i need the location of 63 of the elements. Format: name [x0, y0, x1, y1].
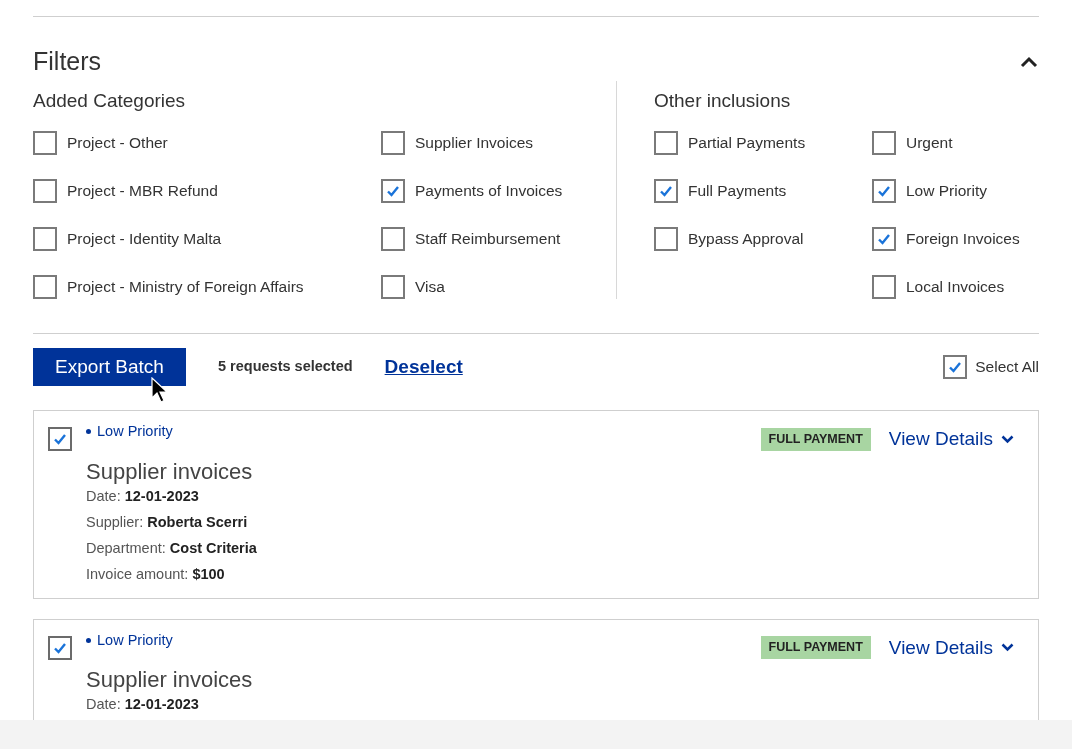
view-details-link[interactable]: View Details: [888, 633, 1014, 662]
checkbox-label: Urgent: [906, 133, 953, 154]
checkmark-icon: [386, 185, 400, 197]
checkbox[interactable]: [872, 275, 896, 299]
checkbox[interactable]: [381, 275, 405, 299]
priority-label: Low Priority: [86, 629, 173, 652]
detail-line: Department: Cost Criteria: [86, 538, 258, 558]
detail-line: Date: 12-01-2023: [86, 695, 200, 714]
request-title: Supplier invoices: [86, 457, 254, 486]
checkbox[interactable]: [872, 227, 896, 251]
filters-title: Filters: [33, 46, 102, 77]
checkbox[interactable]: [872, 179, 896, 203]
group-title: Added Categories: [33, 88, 187, 113]
checkmark-icon: [948, 361, 963, 373]
checkbox[interactable]: [381, 227, 405, 251]
group-title: Other inclusions: [654, 88, 792, 113]
checkbox-label: Staff Reimbursement: [415, 229, 561, 250]
checkbox[interactable]: [654, 227, 678, 251]
checkbox-label: Full Payments: [688, 181, 787, 202]
deselect-link[interactable]: Deselect: [384, 352, 463, 382]
checkbox[interactable]: [381, 131, 405, 155]
request-title: Supplier invoices: [86, 666, 254, 694]
checkbox-label: Bypass Approval: [688, 229, 804, 250]
status-badge: FULL PAYMENT: [760, 636, 871, 660]
checkbox-label: Local Invoices: [906, 277, 1005, 298]
checkmark-icon: [877, 185, 891, 197]
checkmark-icon: [53, 641, 67, 654]
select-all-label: Select All: [975, 357, 1039, 378]
priority-label: Low Priority: [86, 421, 173, 443]
checkbox-label: Project - MBR Refund: [67, 181, 218, 202]
checkbox-label: Low Priority: [906, 181, 987, 202]
export-batch-button[interactable]: Export Batch: [33, 348, 186, 386]
chevron-up-icon[interactable]: [1020, 55, 1038, 68]
detail-line: Invoice amount: $100: [86, 564, 226, 584]
view-details-link[interactable]: View Details: [888, 425, 1014, 454]
checkbox[interactable]: [33, 131, 57, 155]
checkmark-icon: [877, 233, 891, 245]
chevron-down-icon: [1001, 434, 1014, 444]
checkbox-label: Supplier Invoices: [415, 133, 534, 154]
checkbox-label: Project - Other: [67, 133, 168, 154]
checkbox[interactable]: [654, 131, 678, 155]
checkbox[interactable]: [48, 427, 72, 451]
status-badge: FULL PAYMENT: [760, 427, 871, 451]
checkbox-label: Project - Ministry of Foreign Affairs: [67, 277, 304, 298]
checkmark-icon: [659, 185, 673, 197]
checkbox-label: Partial Payments: [688, 133, 806, 154]
checkbox[interactable]: [872, 131, 896, 155]
checkbox[interactable]: [33, 275, 57, 299]
detail-line: Supplier: Roberta Scerri: [86, 512, 249, 532]
checkbox[interactable]: [33, 179, 57, 203]
checkbox[interactable]: [943, 355, 968, 379]
selected-count: 5 requests selected: [218, 357, 353, 377]
checkbox-label: Payments of Invoices: [415, 181, 563, 202]
checkbox-label: Visa: [415, 277, 445, 298]
checkbox[interactable]: [381, 179, 405, 203]
checkbox-label: Foreign Invoices: [906, 229, 1020, 250]
detail-line: Date: 12-01-2023: [86, 486, 200, 506]
checkbox[interactable]: [48, 635, 72, 660]
checkbox[interactable]: [654, 179, 678, 203]
chevron-down-icon: [1001, 643, 1014, 653]
checkmark-icon: [53, 433, 67, 445]
checkbox[interactable]: [33, 227, 57, 251]
checkbox-label: Project - Identity Malta: [67, 229, 222, 250]
